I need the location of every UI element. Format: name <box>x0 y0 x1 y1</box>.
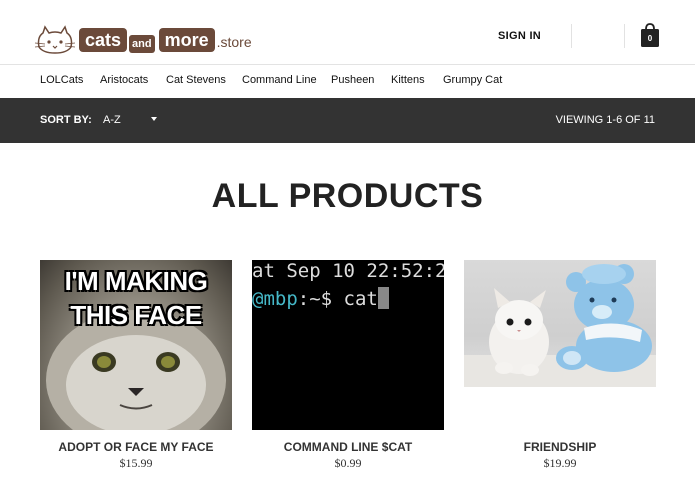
cart-button[interactable]: 0 <box>640 22 660 48</box>
terminal-cursor <box>377 287 389 309</box>
product-name[interactable]: ADOPT OR FACE MY FACE <box>20 440 252 454</box>
terminal-line-date: at Sep 10 22:52:2 <box>252 260 444 282</box>
sort-by-label: SORT BY: <box>40 114 92 126</box>
product-image[interactable] <box>464 260 656 387</box>
chevron-down-icon[interactable] <box>151 117 157 121</box>
terminal-command: :~$ cat <box>297 288 378 310</box>
product-card[interactable]: I'M MAKING THIS FACE ADOPT OR FACE MY FA… <box>40 260 232 470</box>
product-image[interactable]: I'M MAKING THIS FACE <box>40 260 232 430</box>
product-price: $0.99 <box>334 456 362 470</box>
product-name[interactable]: COMMAND LINE $CAT <box>232 440 464 454</box>
cart-count-badge: 0 <box>647 34 653 43</box>
nav-item-kittens[interactable]: Kittens <box>391 74 425 86</box>
logo-text-cats: cats <box>79 28 128 52</box>
cat-logo-icon <box>34 25 76 54</box>
nav-item-cat-stevens[interactable]: Cat Stevens <box>166 74 226 86</box>
kitten-with-bear-photo <box>464 264 656 387</box>
nav-item-command-line[interactable]: Command Line <box>242 74 317 86</box>
product-price: $19.99 <box>543 456 577 470</box>
nav-item-aristocats[interactable]: Aristocats <box>100 74 148 86</box>
site-logo[interactable]: cats and more .store <box>33 25 252 55</box>
nav-item-grumpy-cat[interactable]: Grumpy Cat <box>443 74 502 86</box>
nav-item-lolcats[interactable]: LOLCats <box>40 74 83 86</box>
page-title: ALL PRODUCTS <box>211 177 484 215</box>
meme-caption-top: I'M MAKING <box>64 266 208 296</box>
logo-text-and: and <box>129 35 155 53</box>
header-divider <box>571 24 572 48</box>
logo-text-suffix: .store <box>216 34 252 50</box>
sort-select[interactable]: A-Z <box>103 114 121 126</box>
terminal-host: @mbp <box>252 288 298 310</box>
sort-toolbar: SORT BY: A-Z VIEWING 1-6 OF 11 <box>0 98 695 143</box>
sign-in-link[interactable]: SIGN IN <box>498 30 541 42</box>
product-name[interactable]: FRIENDSHIP <box>444 440 676 454</box>
product-card[interactable]: FRIENDSHIP $19.99 <box>464 260 656 470</box>
category-nav: LOLCats Aristocats Cat Stevens Command L… <box>0 64 695 98</box>
terminal-line-prompt: @mbp:~$ cat <box>252 287 389 310</box>
product-image[interactable]: at Sep 10 22:52:2 @mbp:~$ cat <box>252 260 444 430</box>
results-count: VIEWING 1-6 OF 11 <box>555 114 655 126</box>
product-price: $15.99 <box>119 456 153 470</box>
product-card[interactable]: at Sep 10 22:52:2 @mbp:~$ cat COMMAND LI… <box>252 260 444 470</box>
nav-item-pusheen[interactable]: Pusheen <box>331 74 374 86</box>
header-divider <box>624 24 625 48</box>
meme-caption-bottom: THIS FACE <box>70 300 202 330</box>
site-header: cats and more .store SIGN IN 0 <box>0 0 695 64</box>
logo-text-more: more <box>158 28 215 52</box>
